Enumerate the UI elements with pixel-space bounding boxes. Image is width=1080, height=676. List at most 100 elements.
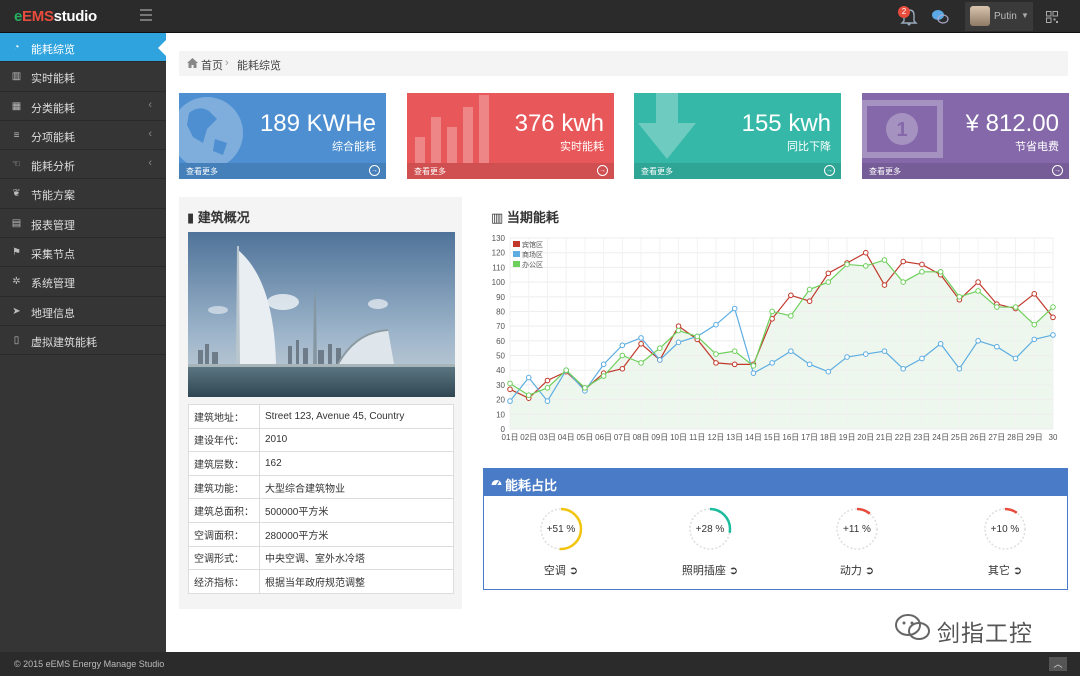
data-point [862,351,869,357]
sidebar-item[interactable]: ▯ 虚拟建筑能耗 [0,326,166,356]
tile-realtime-energy[interactable]: 376 kwh 实时能耗 查看更多 → [407,93,614,179]
x-tick-label: 20日 [857,433,874,442]
data-point [619,352,626,359]
y-tick-label: 40 [496,366,505,375]
x-tick-label: 10日 [670,433,687,442]
ratio-panel-title: 能耗占比 [505,478,558,493]
data-point [731,305,738,312]
sidebar-item[interactable]: ⚑ 采集节点 [0,238,166,268]
data-point [919,355,925,362]
arrow-circle-right-icon: → [597,165,608,176]
data-point [788,292,794,299]
info-value: 根据当年政府规范调整 [259,569,454,594]
info-value: 中央空调、室外水冷塔 [259,545,454,571]
tile-more-text: 查看更多 [641,167,673,176]
info-value: 500000平方米 [259,498,454,523]
sidebar-item[interactable]: ☜ 能耗分析 ‹ [0,150,166,180]
x-tick-label: 24日 [932,433,949,442]
tile-value: ¥ 812.00 [965,110,1059,137]
tile-more-text: 查看更多 [869,167,901,176]
sidebar-item-label: 能耗分析 [31,161,75,174]
data-point [881,257,888,263]
info-value: 大型综合建筑物业 [259,474,454,500]
data-point [619,365,626,372]
tile-more-link[interactable]: 查看更多 → [862,163,1069,179]
breadcrumb-home[interactable]: 首页 [201,57,223,73]
data-point [881,348,888,354]
sidebar-item-label: 实时能耗 [31,73,75,86]
x-tick-label: 22日 [895,433,912,442]
flag-icon: ⚑ [12,247,21,259]
data-point [806,361,813,368]
x-tick-label: 17日 [801,433,818,442]
qr-code-icon[interactable] [1046,11,1058,23]
x-tick-label: 01日 [502,433,519,442]
data-point [956,293,963,300]
info-value: Street 123, Avenue 45, Country [259,404,454,429]
data-point [900,365,907,372]
tile-more-link[interactable]: 查看更多 → [634,163,841,179]
data-point [862,263,869,269]
energy-ratio-panel: 能耗占比 +51 % 空调 ➲ +28 % 照明插座 ➲ +11 % 动力 ➲ +10 % 其… [483,468,1068,590]
chevron-left-icon: ‹ [148,157,152,170]
sidebar-item-label: 能耗综览 [31,44,75,56]
info-key: 经济指标： [188,569,260,594]
x-tick-label: 13日 [726,433,743,442]
gauge-label-link[interactable]: 照明插座 ➲ [655,562,765,578]
tile-more-link[interactable]: 查看更多 → [179,163,386,179]
sidebar-item[interactable]: ▤ 报表管理 [0,209,166,239]
data-point [694,333,701,340]
user-menu[interactable]: Putin ▼ [965,2,1033,31]
chat-icon[interactable] [930,7,950,27]
data-point [806,298,813,304]
sidebar-item-label: 虚拟建筑能耗 [31,336,97,349]
sidebar-item-label: 节能方案 [31,190,75,203]
data-point [919,261,925,268]
building-icon: ▯ [13,334,20,346]
sidebar-item[interactable]: ✲ 系统管理 [0,267,166,297]
data-point [881,282,888,288]
data-point [788,348,794,354]
gear-icon: ✲ [12,276,21,288]
sidebar-item[interactable]: ❦ 节能方案 [0,179,166,209]
x-tick-label: 12日 [708,433,725,442]
gauge-label: 动力 [839,565,862,577]
sidebar-item[interactable]: ➤ 地理信息 [0,297,166,326]
watermark-text: 剑指工控 [937,620,1033,646]
top-bar: eEMSstudio 2 Putin ▼ [0,0,1080,33]
gauge-label-link[interactable]: 空调 ➲ [506,562,616,578]
tile-total-energy[interactable]: 189 KWHe 综合能耗 查看更多 → [179,93,386,179]
gauge-percent: +51 % [546,524,576,535]
tile-yoy-decrease[interactable]: 155 kwh 同比下降 查看更多 → [634,93,841,179]
notification-bell-icon[interactable]: 2 [898,6,918,26]
gauge-label-link[interactable]: 其它 ➲ [950,562,1060,578]
avatar [970,6,990,26]
tile-more-link[interactable]: 查看更多 → [407,163,614,179]
tile-saved-cost[interactable]: 1 ¥ 812.00 节省电费 查看更多 → [862,93,1069,179]
arrow-circle-right-icon: ➲ [565,565,579,577]
sidebar-item[interactable]: ▦ 分类能耗 ‹ [0,92,166,121]
data-point [525,374,532,381]
data-point [956,365,963,372]
gauge-label-link[interactable]: 动力 ➲ [802,562,912,578]
data-point [1012,355,1019,362]
chevron-left-icon: ‹ [148,127,152,140]
data-point [750,370,757,376]
scroll-top-button[interactable]: ︿ [1049,657,1067,671]
menu-toggle-icon[interactable] [140,9,152,21]
app-logo[interactable]: eEMSstudio [14,8,97,25]
tile-more-text: 查看更多 [414,167,446,176]
table-row: 建筑地址： Street 123, Avenue 45, Country [188,404,454,429]
building-title-text: 建筑概况 [197,210,250,225]
sidebar-item[interactable]: ▥ 实时能耗 [0,62,166,92]
breadcrumb-separator: › [225,57,229,69]
ratio-panel-header: 能耗占比 [484,469,1067,496]
table-row: 建筑功能： 大型综合建筑物业 [188,474,454,500]
data-point [750,363,757,369]
tile-label: 综合能耗 [332,141,376,153]
data-point [638,340,644,347]
sidebar-item[interactable]: ≡ 分项能耗 ‹ [0,121,166,151]
sidebar-item-label: 分项能耗 [31,131,75,144]
data-point [582,385,588,391]
sidebar-item[interactable]: ◔ 能耗综览 [0,33,166,63]
